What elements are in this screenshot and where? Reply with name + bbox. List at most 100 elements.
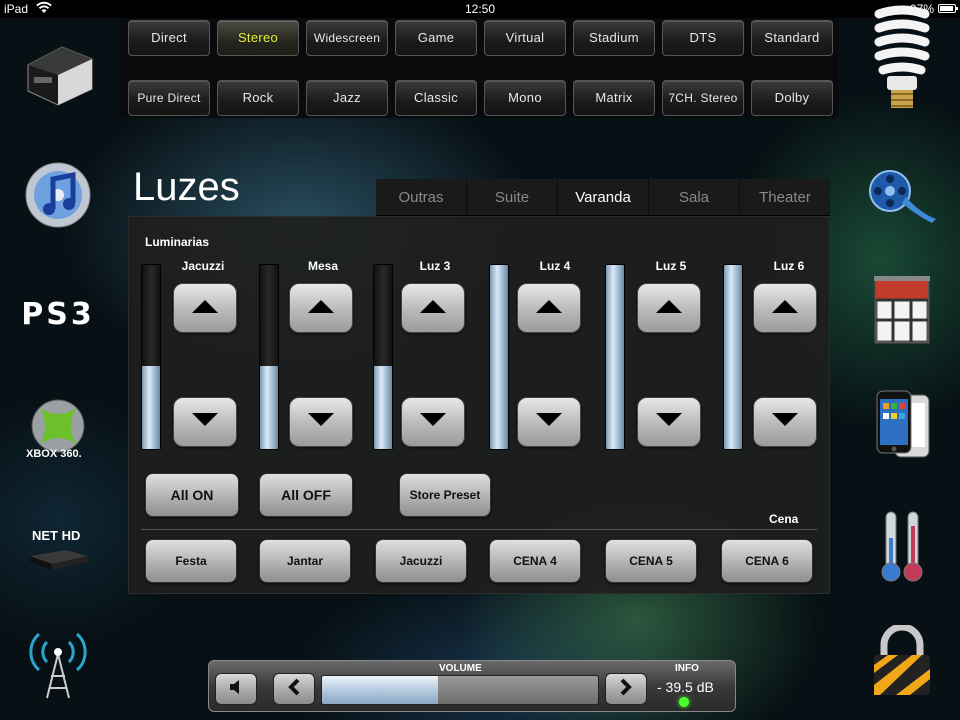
all-on-button[interactable]: All ON <box>145 473 239 517</box>
film-reel-icon[interactable] <box>864 156 940 232</box>
mode-button-stadium[interactable]: Stadium <box>573 20 655 56</box>
brightness-down-button-luz-4[interactable] <box>517 397 581 447</box>
itunes-icon[interactable] <box>20 156 96 232</box>
level-slider-jacuzzi[interactable] <box>141 264 161 450</box>
battery-icon <box>938 4 958 13</box>
mode-button-virtual[interactable]: Virtual <box>484 20 566 56</box>
mode-button-dolby[interactable]: Dolby <box>751 80 833 116</box>
brightness-down-button-mesa[interactable] <box>289 397 353 447</box>
mode-button-mono[interactable]: Mono <box>484 80 566 116</box>
mode-button-7ch-stereo[interactable]: 7CH. Stereo <box>662 80 744 116</box>
tab-outras[interactable]: Outras <box>376 179 467 215</box>
brightness-up-button-luz-5[interactable] <box>637 283 701 333</box>
mode-button-direct[interactable]: Direct <box>128 20 210 56</box>
mode-button-jazz[interactable]: Jazz <box>306 80 388 116</box>
level-fill-luz-6 <box>724 265 742 449</box>
antenna-icon[interactable] <box>20 624 96 700</box>
section-label-luminarias: Luminarias <box>145 235 210 249</box>
status-led <box>679 697 689 707</box>
nethd-label: NET HD <box>32 528 81 543</box>
brightness-down-button-luz-3[interactable] <box>401 397 465 447</box>
arrow-up-icon <box>306 298 336 319</box>
light-name-luz-6: Luz 6 <box>773 259 805 273</box>
scene-button-festa[interactable]: Festa <box>145 539 237 583</box>
ps3-logo: PS3 <box>21 296 95 332</box>
chevron-left-icon <box>287 678 301 701</box>
xbox360-label: XBOX 360. <box>26 448 82 460</box>
scene-button-jantar[interactable]: Jantar <box>259 539 351 583</box>
volume-slider[interactable] <box>321 675 599 705</box>
nethd-icon[interactable]: NET HD <box>20 516 96 592</box>
volume-db-readout: - 39.5 dB <box>657 679 714 695</box>
level-fill-luz-3 <box>374 366 392 449</box>
arrow-down-icon <box>190 412 220 433</box>
light-name-jacuzzi: Jacuzzi <box>181 259 225 273</box>
thermometer-icon[interactable] <box>864 508 940 584</box>
info-label: INFO <box>675 663 699 674</box>
speaker-icon <box>228 679 244 700</box>
room-tabs: Outras Suite Varanda Sala Theater <box>376 179 830 216</box>
brightness-down-button-luz-5[interactable] <box>637 397 701 447</box>
mute-button[interactable] <box>215 673 257 705</box>
mode-button-pure-direct[interactable]: Pure Direct <box>128 80 210 116</box>
tab-theater[interactable]: Theater <box>740 179 830 215</box>
level-fill-jacuzzi <box>142 366 160 449</box>
level-slider-luz-5[interactable] <box>605 264 625 450</box>
arrow-up-icon <box>654 298 684 319</box>
volume-level-fill <box>322 676 438 704</box>
padlock-icon[interactable] <box>864 624 940 700</box>
arrow-down-icon <box>306 412 336 433</box>
iphone-icon[interactable] <box>864 388 940 464</box>
window-shade-icon[interactable] <box>864 272 940 348</box>
volume-bar: VOLUME INFO - 39.5 dB <box>208 660 736 712</box>
brightness-up-button-jacuzzi[interactable] <box>173 283 237 333</box>
arrow-up-icon <box>418 298 448 319</box>
clock: 12:50 <box>464 2 496 16</box>
level-slider-luz-4[interactable] <box>489 264 509 450</box>
brightness-up-button-luz-3[interactable] <box>401 283 465 333</box>
volume-down-button[interactable] <box>273 673 315 705</box>
all-off-button[interactable]: All OFF <box>259 473 353 517</box>
chevron-right-icon <box>619 678 633 701</box>
mode-button-standard[interactable]: Standard <box>751 20 833 56</box>
brightness-up-button-mesa[interactable] <box>289 283 353 333</box>
scene-button-cena-5[interactable]: CENA 5 <box>605 539 697 583</box>
light-name-luz-3: Luz 3 <box>419 259 451 273</box>
brightness-up-button-luz-4[interactable] <box>517 283 581 333</box>
light-bulb-icon[interactable] <box>864 5 940 108</box>
brightness-down-button-jacuzzi[interactable] <box>173 397 237 447</box>
arrow-up-icon <box>770 298 800 319</box>
volume-up-button[interactable] <box>605 673 647 705</box>
brightness-down-button-luz-6[interactable] <box>753 397 817 447</box>
mode-button-stereo[interactable]: Stereo <box>217 20 299 56</box>
mode-button-rock[interactable]: Rock <box>217 80 299 116</box>
arrow-down-icon <box>534 412 564 433</box>
mode-button-dts[interactable]: DTS <box>662 20 744 56</box>
scene-button-jacuzzi[interactable]: Jacuzzi <box>375 539 467 583</box>
arrow-up-icon <box>534 298 564 319</box>
arrow-up-icon <box>190 298 220 319</box>
store-preset-button[interactable]: Store Preset <box>399 473 491 517</box>
divider <box>141 529 817 530</box>
tab-varanda[interactable]: Varanda <box>558 179 649 215</box>
mode-button-matrix[interactable]: Matrix <box>573 80 655 116</box>
light-name-mesa: Mesa <box>307 259 339 273</box>
light-name-luz-5: Luz 5 <box>655 259 687 273</box>
ps3-icon[interactable]: PS3 <box>20 276 96 352</box>
scene-button-cena-6[interactable]: CENA 6 <box>721 539 813 583</box>
mode-button-game[interactable]: Game <box>395 20 477 56</box>
scene-button-cena-4[interactable]: CENA 4 <box>489 539 581 583</box>
tab-sala[interactable]: Sala <box>649 179 740 215</box>
level-slider-mesa[interactable] <box>259 264 279 450</box>
mode-button-widescreen[interactable]: Widescreen <box>306 20 388 56</box>
xbox360-icon[interactable]: XBOX 360. <box>20 396 96 472</box>
level-slider-luz-3[interactable] <box>373 264 393 450</box>
light-name-luz-4: Luz 4 <box>539 259 571 273</box>
arrow-down-icon <box>654 412 684 433</box>
brightness-up-button-luz-6[interactable] <box>753 283 817 333</box>
mode-button-classic[interactable]: Classic <box>395 80 477 116</box>
level-slider-luz-6[interactable] <box>723 264 743 450</box>
status-bar: iPad 12:50 97% <box>0 0 960 18</box>
tab-suite[interactable]: Suite <box>467 179 558 215</box>
projector-icon[interactable] <box>20 36 96 112</box>
